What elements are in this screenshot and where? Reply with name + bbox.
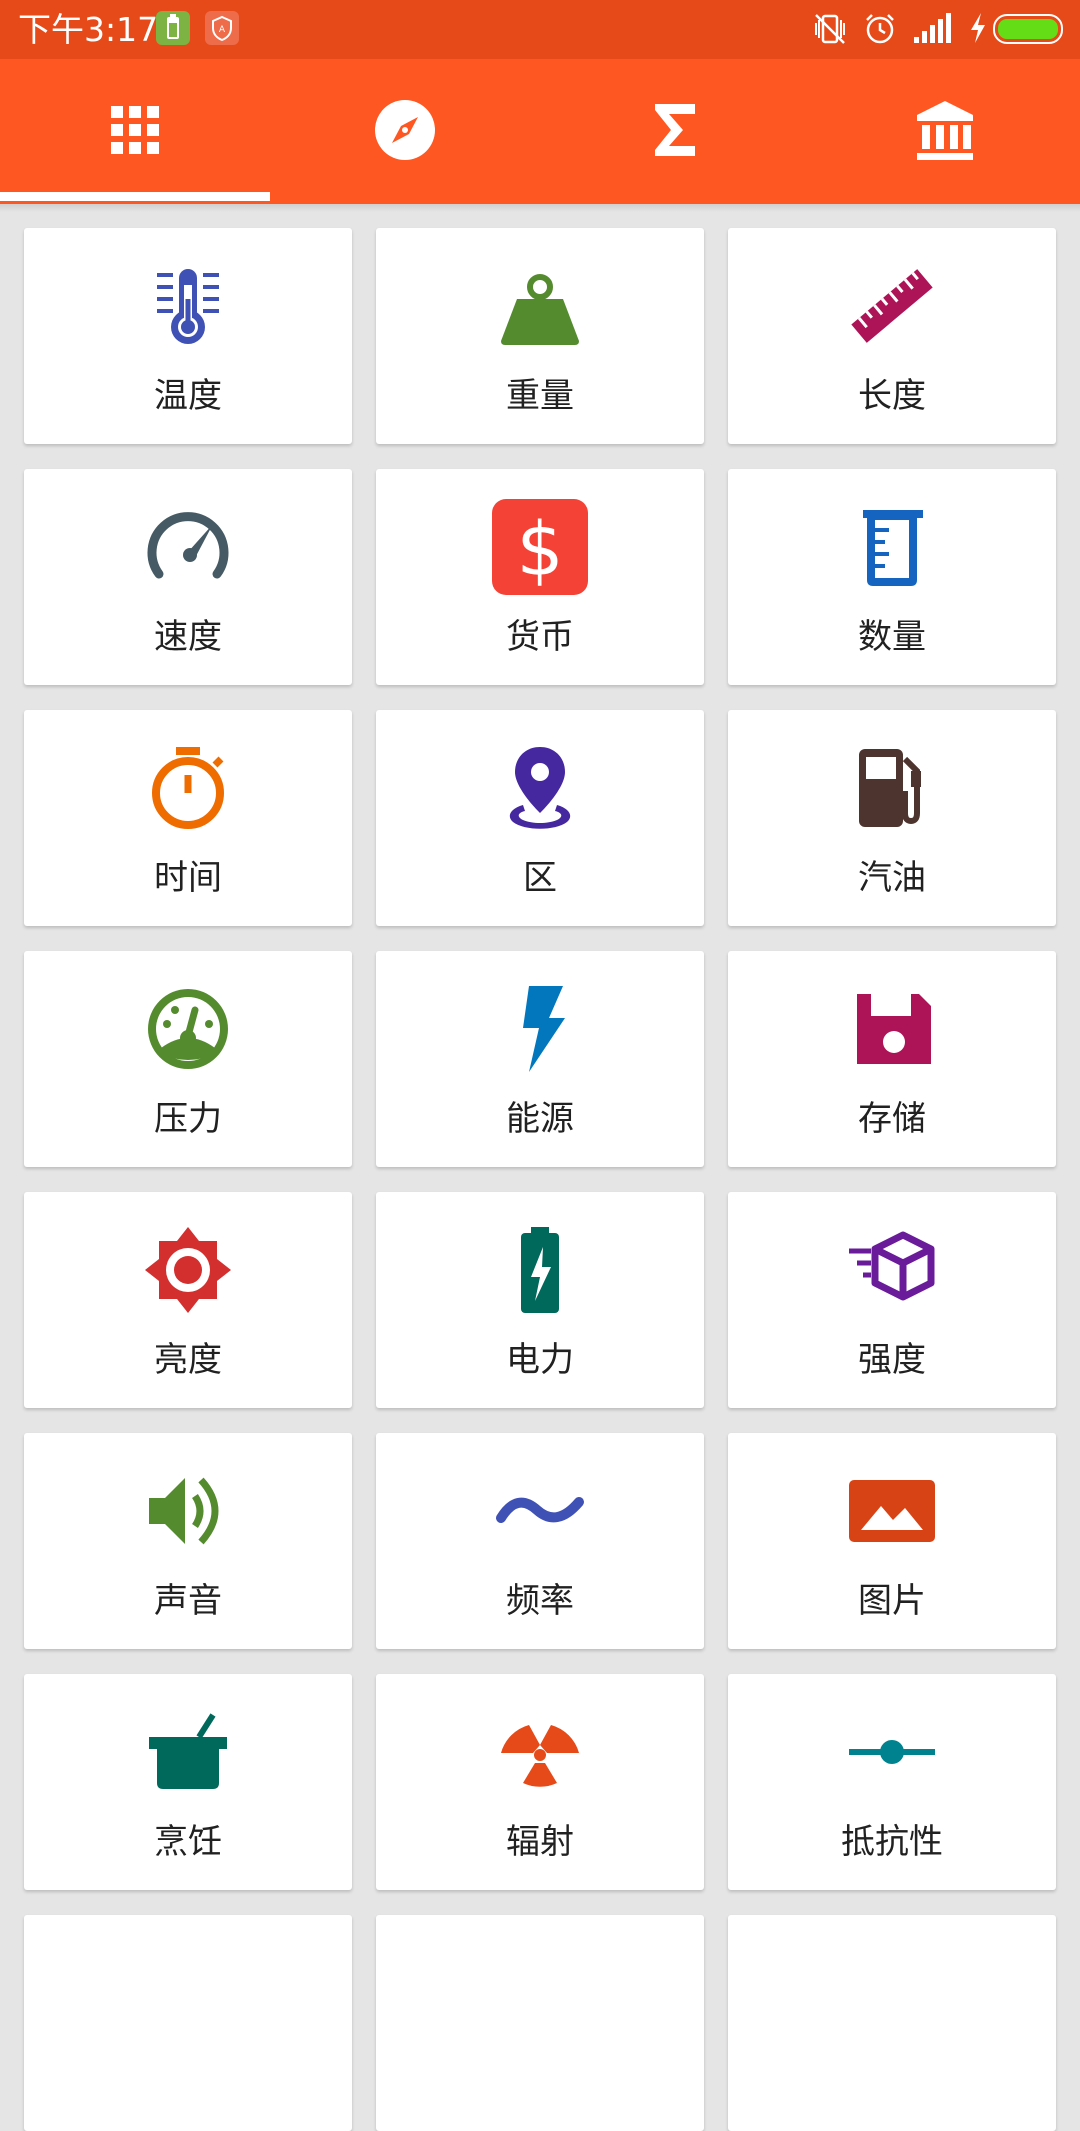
category-label: 频率 (506, 1581, 574, 1621)
category-label: 亮度 (154, 1340, 222, 1380)
category-card[interactable]: 烹饪 (24, 1674, 352, 1890)
currency-icon: $ (376, 497, 704, 597)
category-card[interactable]: 时间 (24, 710, 352, 926)
brightness-icon (24, 1220, 352, 1320)
compass-icon (374, 99, 436, 165)
category-label: 烹饪 (154, 1822, 222, 1862)
tab-calculator[interactable] (540, 59, 810, 204)
floppy-disk-icon (728, 979, 1056, 1079)
category-label: 汽油 (858, 858, 926, 898)
category-label: 图片 (858, 1581, 926, 1621)
category-card[interactable]: 亮度 (24, 1192, 352, 1408)
category-card[interactable]: $ 货币 (376, 469, 704, 685)
signal-icon (912, 11, 952, 49)
battery-charging-icon (376, 1220, 704, 1320)
stopwatch-icon (24, 738, 352, 838)
weight-icon (376, 256, 704, 356)
location-pin-icon (376, 738, 704, 838)
sigma-icon (653, 102, 697, 162)
category-card[interactable]: 抵抗性 (728, 1674, 1056, 1890)
category-label: 能源 (506, 1099, 574, 1139)
tab-explore[interactable] (270, 59, 540, 204)
tab-categories[interactable] (0, 59, 270, 204)
category-card[interactable]: 汽油 (728, 710, 1056, 926)
beaker-icon (728, 497, 1056, 597)
status-time: 下午3:17 (18, 10, 159, 49)
category-card[interactable]: 长度 (728, 228, 1056, 444)
category-card[interactable]: 图片 (728, 1433, 1056, 1649)
category-label: 重量 (506, 376, 574, 416)
category-label: 长度 (858, 376, 926, 416)
category-label: 温度 (154, 376, 222, 416)
thermometer-icon (24, 256, 352, 356)
category-label: 时间 (154, 858, 222, 898)
bank-icon (915, 99, 975, 165)
grid-icon (109, 104, 161, 160)
gas-station-icon (728, 738, 1056, 838)
radiation-icon (376, 1702, 704, 1802)
category-card[interactable]: 存储 (728, 951, 1056, 1167)
svg-text:$: $ (516, 507, 563, 593)
category-card[interactable] (24, 1915, 352, 2131)
lightning-icon (376, 979, 704, 1079)
alarm-icon (862, 11, 898, 51)
category-label: 货币 (506, 617, 574, 657)
category-card[interactable]: 辐射 (376, 1674, 704, 1890)
category-label: 区 (523, 858, 557, 898)
category-card[interactable]: 电力 (376, 1192, 704, 1408)
category-label: 辐射 (506, 1822, 574, 1862)
battery-saver-icon (156, 11, 190, 49)
category-label: 抵抗性 (841, 1822, 943, 1862)
image-icon (728, 1461, 1056, 1561)
cooking-pot-icon (24, 1702, 352, 1802)
tab-bar-shadow (0, 204, 1080, 212)
speedometer-icon (24, 497, 352, 597)
category-label: 声音 (154, 1581, 222, 1621)
charging-icon (967, 11, 989, 49)
category-label: 强度 (858, 1340, 926, 1380)
category-card[interactable]: 强度 (728, 1192, 1056, 1408)
volume-icon (24, 1461, 352, 1561)
svg-text:A: A (219, 25, 226, 35)
category-card[interactable]: 重量 (376, 228, 704, 444)
category-label: 存储 (858, 1099, 926, 1139)
category-card[interactable]: 区 (376, 710, 704, 926)
vibrate-off-icon (812, 11, 848, 51)
category-label: 速度 (154, 617, 222, 657)
status-bar: 下午3:17 A (0, 0, 1080, 59)
category-card[interactable]: 频率 (376, 1433, 704, 1649)
category-label: 电力 (506, 1340, 574, 1380)
tab-finance[interactable] (810, 59, 1080, 204)
tab-bar (0, 59, 1080, 204)
category-card[interactable]: 数量 (728, 469, 1056, 685)
category-card[interactable] (376, 1915, 704, 2131)
category-card[interactable]: 速度 (24, 469, 352, 685)
wave-icon (376, 1461, 704, 1561)
shield-icon: A (205, 11, 239, 49)
category-card[interactable]: 温度 (24, 228, 352, 444)
tab-indicator (0, 192, 270, 201)
resistor-icon (728, 1702, 1056, 1802)
category-card[interactable]: 声音 (24, 1433, 352, 1649)
category-label: 压力 (154, 1099, 222, 1139)
category-card[interactable]: 能源 (376, 951, 704, 1167)
ruler-icon (728, 256, 1056, 356)
category-card[interactable] (728, 1915, 1056, 2131)
gauge-icon (24, 979, 352, 1079)
cube-icon (728, 1220, 1056, 1320)
category-label: 数量 (858, 617, 926, 657)
battery-icon (993, 14, 1067, 48)
category-card[interactable]: 压力 (24, 951, 352, 1167)
